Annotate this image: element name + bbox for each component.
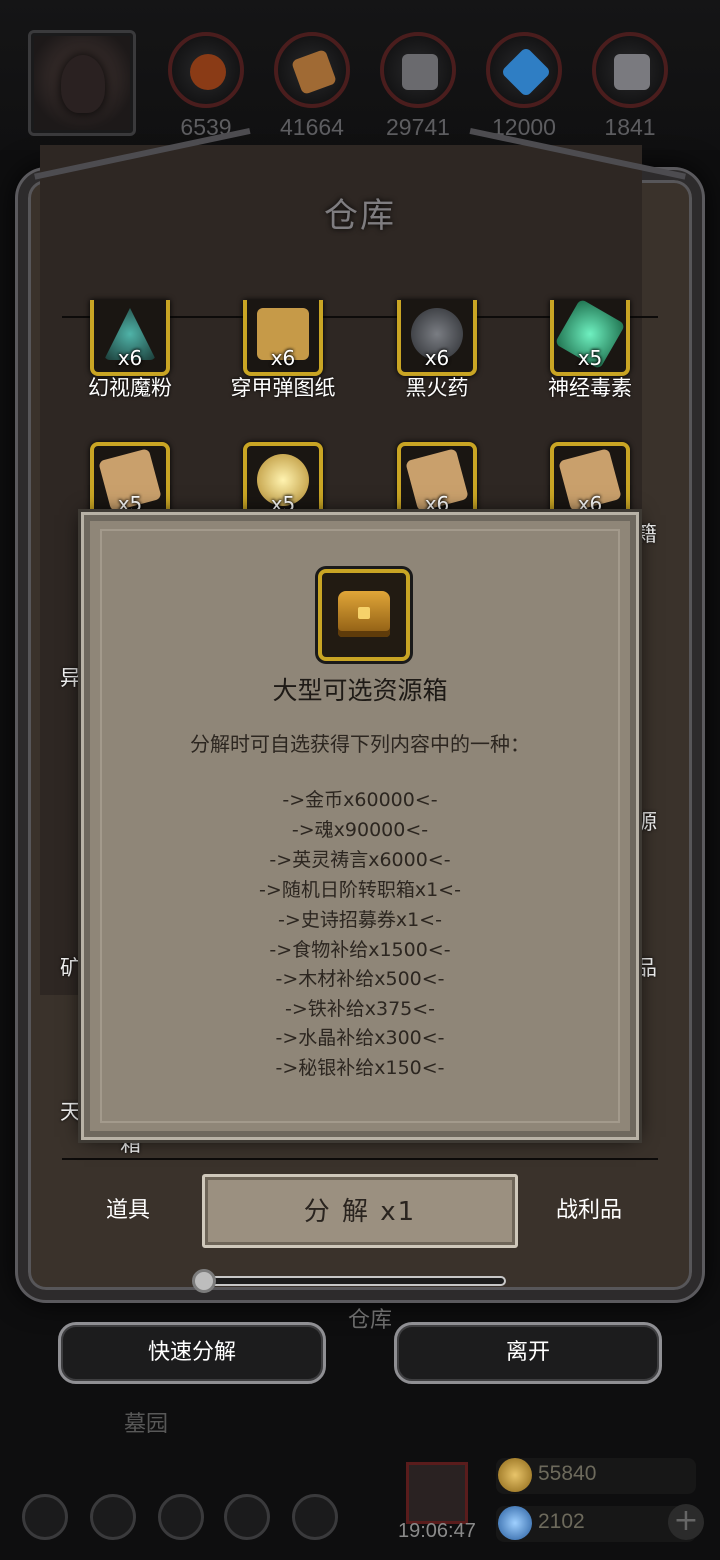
item-count: x5 — [577, 346, 603, 370]
resource-bar: 6539 41664 29741 12000 1841 — [0, 0, 720, 150]
reward-option: ->英灵祷言x6000<- — [269, 849, 451, 871]
item-medal[interactable]: x5 — [243, 442, 323, 522]
battle-icon[interactable] — [292, 1494, 338, 1540]
warehouse-title: 仓库 — [324, 196, 396, 236]
item-label-partial: 品 — [636, 956, 657, 980]
resource-iron[interactable]: 29741 — [378, 32, 458, 141]
item-scroll[interactable]: x5 — [90, 442, 170, 522]
food-icon — [168, 32, 244, 108]
gem-amount: 2102 — [538, 1510, 585, 1533]
player-avatar[interactable] — [28, 30, 136, 136]
item-label-partial: 矿 — [60, 956, 81, 980]
item-count: x6 — [577, 492, 603, 516]
item-count: x6 — [117, 346, 143, 370]
decompose-button[interactable]: 分 解 x1 — [202, 1174, 518, 1248]
item-count: x6 — [424, 492, 450, 516]
item-label-partial: 天 — [60, 1100, 81, 1124]
item-label: 神经毒素 — [548, 376, 632, 400]
star-icon[interactable] — [90, 1494, 136, 1540]
treasure-chest-icon — [338, 591, 390, 637]
item-ap-blueprint[interactable]: x6 — [243, 300, 323, 376]
resource-chest-slot — [318, 569, 410, 661]
crystal-icon — [486, 32, 562, 108]
item-phantom-powder[interactable]: x6 — [90, 300, 170, 376]
add-currency-button[interactable]: + — [668, 1504, 704, 1540]
gift-icon[interactable] — [406, 1462, 468, 1524]
resource-wood[interactable]: 41664 — [272, 32, 352, 141]
item-label-partial: 籍 — [636, 522, 657, 546]
mithril-amount: 1841 — [604, 114, 656, 140]
resource-mithril[interactable]: 1841 — [590, 32, 670, 141]
castle-icon[interactable] — [158, 1494, 204, 1540]
item-scroll[interactable]: x6 — [550, 442, 630, 522]
scroll-slider[interactable] — [206, 1276, 506, 1286]
reward-option: ->秘银补给x150<- — [275, 1057, 445, 1079]
reward-option: ->随机日阶转职箱x1<- — [259, 879, 461, 901]
item-count: x5 — [270, 492, 296, 516]
wood-amount: 41664 — [280, 114, 344, 140]
item-label-partial: 异 — [60, 666, 81, 690]
gold-coin-icon — [498, 1458, 532, 1492]
iron-amount: 29741 — [386, 114, 450, 140]
item-count: x5 — [117, 492, 143, 516]
tab-spoils[interactable]: 战利品 — [556, 1192, 622, 1224]
item-detail-dialog[interactable]: 大型可选资源箱 分解时可自选获得下列内容中的一种： ->金币x60000<- -… — [84, 515, 636, 1137]
settings-icon[interactable] — [22, 1494, 68, 1540]
mithril-icon — [592, 32, 668, 108]
item-label: 幻视魔粉 — [88, 376, 172, 400]
item-label: 穿甲弹图纸 — [230, 376, 336, 400]
item-label-partial: 源 — [636, 810, 657, 834]
reward-option: ->食物补给x1500<- — [269, 939, 451, 961]
reward-option: ->金币x60000<- — [282, 789, 438, 811]
item-count: x6 — [424, 346, 450, 370]
gold-counter[interactable]: 55840 — [496, 1458, 696, 1494]
item-name: 大型可选资源箱 — [272, 676, 448, 705]
item-black-powder[interactable]: x6 — [397, 300, 477, 376]
reward-option: ->铁补给x375<- — [284, 998, 436, 1020]
wood-icon — [274, 32, 350, 108]
item-count: x6 — [270, 346, 296, 370]
gold-amount: 55840 — [538, 1462, 597, 1485]
item-neurotoxin[interactable]: x5 — [550, 298, 630, 376]
reward-option: ->木材补给x500<- — [275, 968, 445, 990]
reward-option: ->史诗招募券x1<- — [278, 909, 442, 931]
item-label: 黑火药 — [405, 376, 469, 400]
slider-knob[interactable] — [192, 1269, 216, 1293]
gem-counter[interactable]: 2102 — [496, 1506, 696, 1542]
resource-food[interactable]: 6539 — [166, 32, 246, 141]
item-description: 分解时可自选获得下列内容中的一种： — [190, 732, 530, 756]
divider — [62, 1158, 658, 1160]
map-icon[interactable] — [224, 1494, 270, 1540]
game-clock: 19:06:47 — [398, 1520, 476, 1542]
reward-option: ->水晶补给x300<- — [275, 1027, 445, 1049]
leave-button[interactable]: 离开 — [394, 1322, 662, 1384]
item-scroll[interactable]: x6 — [397, 442, 477, 522]
decompose-button-label: 分 解 x1 — [303, 1197, 417, 1227]
reward-option: ->魂x90000<- — [291, 819, 429, 841]
gem-icon — [498, 1506, 532, 1540]
cemetery-label: 墓园 — [124, 1412, 169, 1437]
tab-items[interactable]: 道具 — [106, 1192, 150, 1224]
iron-icon — [380, 32, 456, 108]
quick-decompose-button[interactable]: 快速分解 — [58, 1322, 326, 1384]
resource-crystal[interactable]: 12000 — [484, 32, 564, 141]
